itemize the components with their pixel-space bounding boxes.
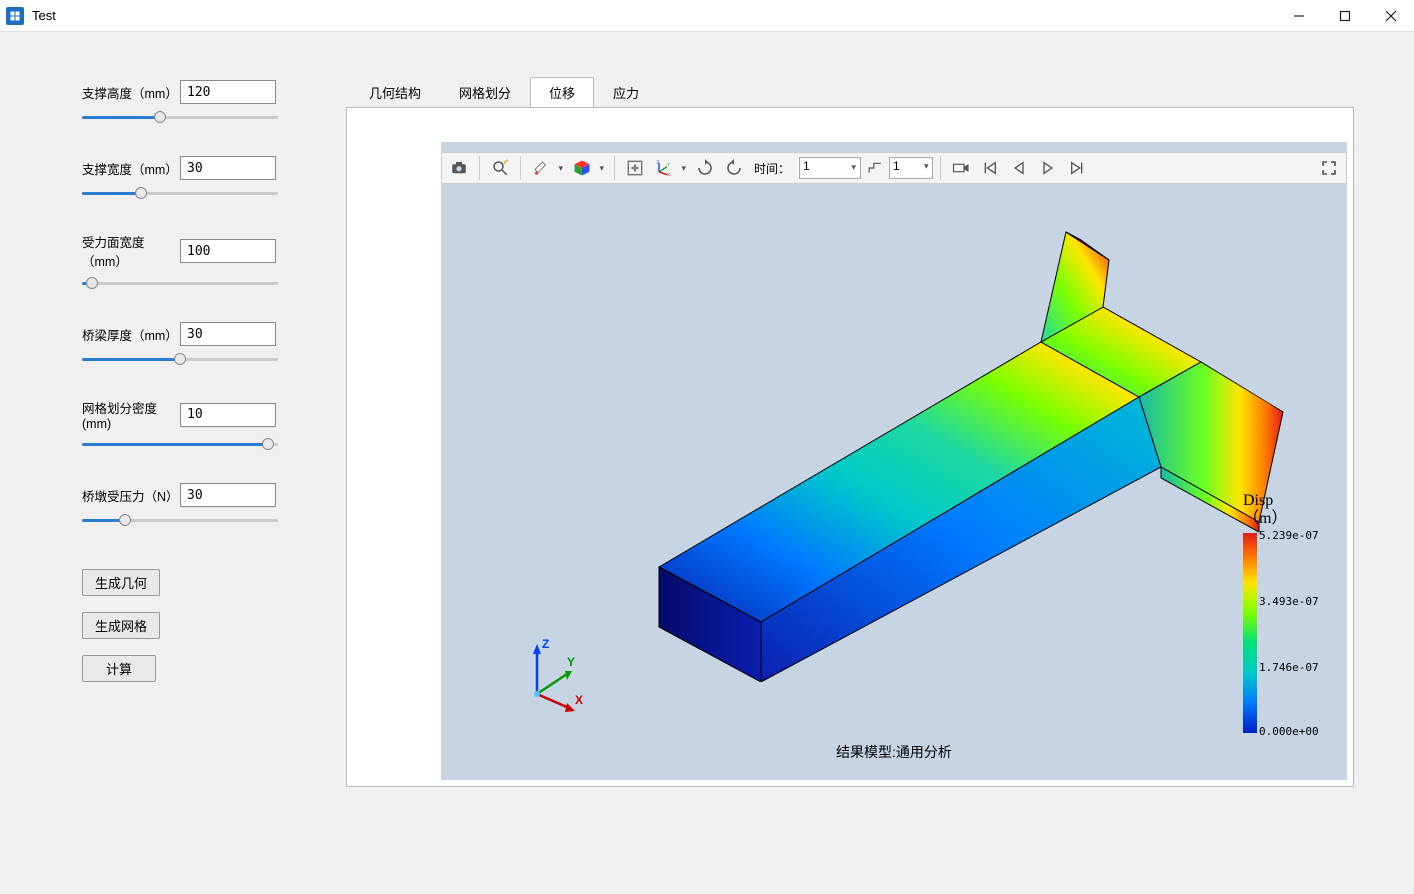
param-row: 桥梁厚度（mm） <box>82 322 286 368</box>
colorcube-dropdown-icon[interactable] <box>569 155 607 181</box>
param-row: 桥墩受压力（N） <box>82 483 286 529</box>
play-icon[interactable] <box>1035 155 1061 181</box>
param-label: 支撑高度（mm） <box>82 83 180 102</box>
param-input[interactable] <box>180 322 276 346</box>
param-row: 网格划分密度(mm) <box>82 398 286 453</box>
viewport-3d[interactable]: Z Y X 结果模型:通用分析 <box>441 142 1347 780</box>
legend-title: Disp（m） <box>1243 492 1331 527</box>
skip-end-icon[interactable] <box>1064 155 1090 181</box>
axis-view-dropdown-icon[interactable]: Z Y X <box>651 155 689 181</box>
maximize-button[interactable] <box>1322 0 1368 32</box>
svg-text:Z: Z <box>542 637 549 651</box>
window-title: Test <box>32 8 1276 23</box>
time-label: 时间： <box>754 160 790 177</box>
svg-text:Z: Z <box>656 160 659 164</box>
legend-tick: 5.239e-07 <box>1259 529 1319 542</box>
step-back-icon[interactable] <box>1006 155 1032 181</box>
viewer-toolbar: Z Y X 时间： 1 1 <box>441 152 1347 184</box>
legend-tick: 3.493e-07 <box>1259 595 1319 608</box>
app-icon <box>6 7 24 25</box>
result-model-label: 结果模型:通用分析 <box>441 742 1347 762</box>
tab-mesh[interactable]: 网格划分 <box>440 77 530 108</box>
svg-text:Y: Y <box>567 655 575 669</box>
generate-mesh-button[interactable]: 生成网格 <box>82 612 160 639</box>
param-input[interactable] <box>180 403 276 427</box>
legend-tick: 1.746e-07 <box>1259 661 1319 674</box>
paint-dropdown-icon[interactable] <box>528 155 566 181</box>
fit-view-icon[interactable] <box>622 155 648 181</box>
record-icon[interactable] <box>948 155 974 181</box>
param-input[interactable] <box>180 156 276 180</box>
param-label: 受力面宽度（mm） <box>82 232 180 270</box>
svg-text:X: X <box>575 693 583 707</box>
viewer-frame: Z Y X 结果模型:通用分析 <box>346 107 1354 787</box>
color-legend: Disp（m） 5.239e-07 3.493e-07 1.746e-07 0.… <box>1243 492 1331 733</box>
param-row: 支撑宽度（mm） <box>82 156 286 202</box>
axis-triad-icon: Z Y X <box>517 634 597 714</box>
param-label: 支撑宽度（mm） <box>82 159 180 178</box>
param-slider[interactable] <box>82 435 278 453</box>
legend-tick: 0.000e+00 <box>1259 725 1319 738</box>
svg-text:Y: Y <box>667 162 670 167</box>
step-mode-icon[interactable] <box>864 161 886 175</box>
step-spinner[interactable]: 1 <box>889 157 933 179</box>
skip-start-icon[interactable] <box>977 155 1003 181</box>
screenshot-icon[interactable] <box>446 155 472 181</box>
svg-text:X: X <box>667 172 671 176</box>
rotate-cw-icon[interactable] <box>692 155 718 181</box>
rotate-ccw-icon[interactable] <box>721 155 747 181</box>
param-label: 桥墩受压力（N） <box>82 486 180 505</box>
legend-colorbar: 5.239e-07 3.493e-07 1.746e-07 0.000e+00 <box>1243 533 1257 733</box>
time-select[interactable]: 1 <box>799 157 861 179</box>
param-slider[interactable] <box>82 184 278 202</box>
param-slider[interactable] <box>82 274 278 292</box>
tab-stress[interactable]: 应力 <box>594 77 658 108</box>
param-row: 受力面宽度（mm） <box>82 232 286 292</box>
tab-geometry[interactable]: 几何结构 <box>350 77 440 108</box>
param-label: 网格划分密度(mm) <box>82 398 180 431</box>
fullscreen-icon[interactable] <box>1316 155 1342 181</box>
param-input[interactable] <box>180 80 276 104</box>
displacement-contour-plot <box>561 222 1301 682</box>
generate-geometry-button[interactable]: 生成几何 <box>82 569 160 596</box>
param-slider[interactable] <box>82 108 278 126</box>
parameters-panel: 支撑高度（mm） 支撑宽度（mm） 受力面宽度（mm） 桥梁厚度（mm） 网格划分密度(… <box>0 32 346 894</box>
zoom-icon[interactable] <box>487 155 513 181</box>
param-slider[interactable] <box>82 350 278 368</box>
param-label: 桥梁厚度（mm） <box>82 325 180 344</box>
result-tabs: 几何结构 网格划分 位移 应力 <box>350 76 1354 107</box>
param-slider[interactable] <box>82 511 278 529</box>
minimize-button[interactable] <box>1276 0 1322 32</box>
param-input[interactable] <box>180 239 276 263</box>
param-input[interactable] <box>180 483 276 507</box>
close-button[interactable] <box>1368 0 1414 32</box>
tab-displacement[interactable]: 位移 <box>530 77 594 108</box>
title-bar: Test <box>0 0 1414 32</box>
param-row: 支撑高度（mm） <box>82 80 286 126</box>
compute-button[interactable]: 计算 <box>82 655 156 682</box>
